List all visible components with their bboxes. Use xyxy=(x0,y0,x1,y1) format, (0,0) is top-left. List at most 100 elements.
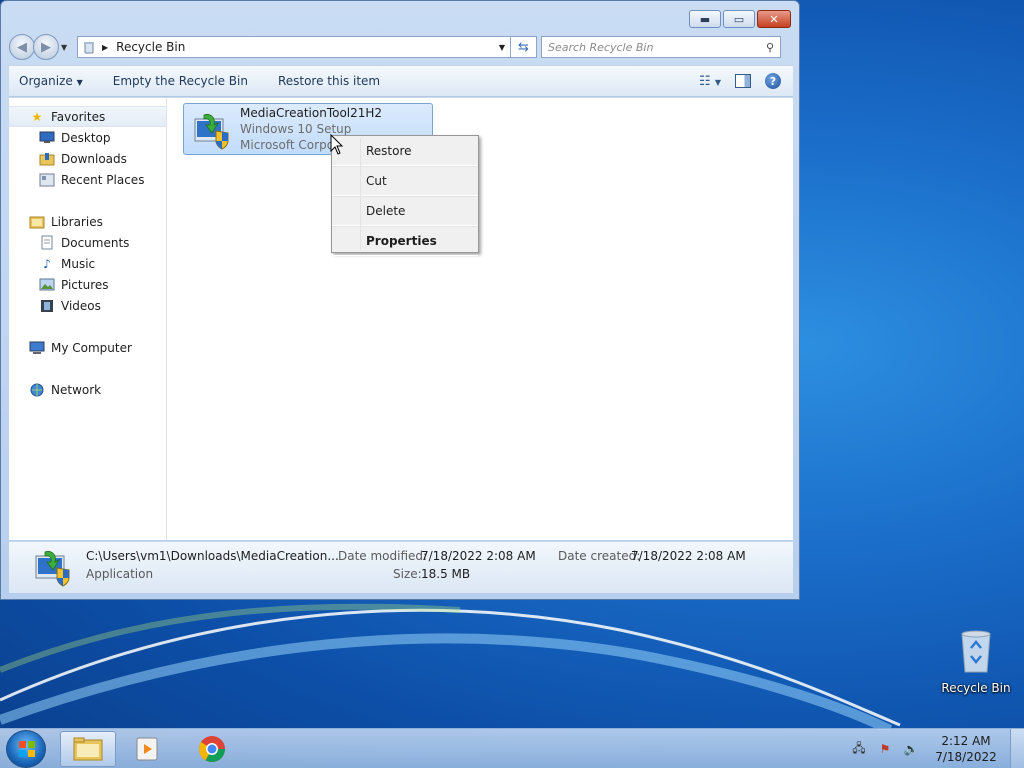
recycle-bin-icon xyxy=(961,630,991,673)
maximize-button[interactable]: ▭ xyxy=(723,10,755,28)
back-button[interactable]: ◀ xyxy=(9,34,35,60)
details-pane: C:\Users\vm1\Downloads\MediaCreation... … xyxy=(9,541,793,593)
breadcrumb-arrow-icon[interactable]: ▶ xyxy=(102,43,108,52)
sidebar-item-pictures[interactable]: Pictures xyxy=(9,274,166,295)
context-menu-cut[interactable]: Cut xyxy=(332,166,478,196)
address-bar[interactable]: ▶ Recycle Bin ▼ xyxy=(77,36,511,58)
recent-pages-dropdown[interactable]: ▼ xyxy=(61,43,73,52)
downloads-folder-icon xyxy=(39,152,55,166)
forward-arrow-icon: ▶ xyxy=(41,39,51,55)
navigation-bar: ◀ ▶ ▼ ▶ Recycle Bin ▼ ⇆ Search Recycle B… xyxy=(9,34,793,60)
sidebar-item-videos[interactable]: Videos xyxy=(9,295,166,316)
chevron-down-icon: ▼ xyxy=(76,78,83,87)
sidebar-item-documents[interactable]: Documents xyxy=(9,232,166,253)
change-view-icon[interactable]: ☷ ▼ xyxy=(699,74,721,89)
film-strip-icon xyxy=(39,299,55,313)
show-desktop-button[interactable] xyxy=(1010,729,1024,768)
recycle-bin-small-icon xyxy=(84,42,94,54)
setup-application-icon xyxy=(35,551,70,587)
date-modified-label: Date modified: xyxy=(338,549,428,563)
sidebar-item-my-computer[interactable]: My Computer xyxy=(9,337,166,358)
restore-item-button[interactable]: Restore this item xyxy=(278,74,380,88)
action-center-flag-icon[interactable]: ⚑ xyxy=(876,740,894,758)
clock[interactable]: 2:12 AM 7/18/2022 xyxy=(928,733,1004,765)
command-bar: Organize ▼ Empty the Recycle Bin Restore… xyxy=(9,65,793,97)
network-status-icon[interactable]: 🖧 xyxy=(850,740,868,758)
chrome-icon xyxy=(198,736,226,763)
organize-button[interactable]: Organize ▼ xyxy=(19,74,83,88)
sidebar-item-desktop[interactable]: Desktop xyxy=(9,127,166,148)
sidebar-item-music[interactable]: ♪ Music xyxy=(9,253,166,274)
context-menu-delete[interactable]: Delete xyxy=(332,196,478,226)
sidebar-label: Pictures xyxy=(61,277,109,292)
sidebar-item-libraries[interactable]: Libraries xyxy=(9,211,166,232)
sidebar-label: Desktop xyxy=(61,130,111,145)
clock-time: 2:12 AM xyxy=(941,734,991,748)
libraries-icon xyxy=(29,215,45,229)
start-button[interactable] xyxy=(6,730,46,768)
size-label: Size: xyxy=(393,567,422,581)
search-placeholder: Search Recycle Bin xyxy=(548,40,654,54)
search-icon[interactable]: ⚲ xyxy=(766,41,774,54)
mouse-cursor-icon xyxy=(330,134,344,155)
context-menu-properties[interactable]: Properties xyxy=(332,226,478,256)
address-dropdown-icon[interactable]: ▼ xyxy=(494,43,510,52)
empty-recycle-bin-button[interactable]: Empty the Recycle Bin xyxy=(113,74,248,88)
desktop-swoosh xyxy=(0,603,901,730)
breadcrumb-recycle-bin[interactable]: Recycle Bin xyxy=(116,40,185,54)
folder-icon xyxy=(73,737,103,761)
media-player-icon xyxy=(136,737,158,761)
file-list: MediaCreationTool21H2 Windows 10 Setup M… xyxy=(167,98,793,540)
close-button[interactable]: ✕ xyxy=(757,10,791,28)
details-type: Application xyxy=(86,567,154,581)
desktop-icon xyxy=(39,131,55,145)
help-icon[interactable]: ? xyxy=(765,73,781,89)
clock-date: 7/18/2022 xyxy=(935,750,997,764)
back-arrow-icon: ◀ xyxy=(17,39,27,55)
context-menu-restore[interactable]: Restore xyxy=(332,136,478,166)
volume-icon[interactable]: 🔈 xyxy=(902,740,920,758)
sidebar-label: Downloads xyxy=(61,151,127,166)
sidebar-label: Music xyxy=(61,256,96,271)
star-icon: ★ xyxy=(31,109,43,124)
recent-places-icon xyxy=(39,173,55,187)
documents-icon xyxy=(39,235,55,250)
pictures-icon xyxy=(39,278,55,292)
search-input[interactable]: Search Recycle Bin ⚲ xyxy=(541,36,781,58)
preview-pane-icon[interactable] xyxy=(735,74,751,88)
toolbar-right: ☷ ▼ ? xyxy=(699,73,793,89)
date-created-value: 7/18/2022 2:08 AM xyxy=(631,549,746,563)
music-note-icon: ♪ xyxy=(43,256,51,271)
taskbar-chrome-button[interactable] xyxy=(184,731,240,767)
system-tray: 🖧 ⚑ 🔈 2:12 AM 7/18/2022 xyxy=(850,729,1024,768)
window-controls: ▬ ▭ ✕ xyxy=(689,10,791,28)
context-menu: Restore Cut Delete Properties xyxy=(331,135,479,256)
sidebar-item-favorites[interactable]: ★ Favorites xyxy=(9,106,166,127)
forward-button[interactable]: ▶ xyxy=(33,34,59,60)
taskbar-explorer-button[interactable] xyxy=(60,731,116,767)
setup-application-icon xyxy=(194,114,229,150)
recycle-bin-label: Recycle Bin xyxy=(941,681,1011,695)
sidebar-label: Favorites xyxy=(51,109,106,124)
network-globe-icon xyxy=(29,383,45,397)
date-created-label: Date created: xyxy=(558,549,641,563)
sidebar-label: Network xyxy=(51,382,102,397)
windows-logo-icon xyxy=(19,741,35,757)
taskbar-media-player-button[interactable] xyxy=(120,731,176,767)
sidebar-item-downloads[interactable]: Downloads xyxy=(9,148,166,169)
refresh-button[interactable]: ⇆ xyxy=(511,36,537,58)
file-name: MediaCreationTool21H2 xyxy=(240,106,383,120)
sidebar-label: Recent Places xyxy=(61,172,145,187)
sidebar-item-network[interactable]: Network xyxy=(9,379,166,400)
taskbar: 🖧 ⚑ 🔈 2:12 AM 7/18/2022 xyxy=(0,728,1024,768)
navigation-pane: ★ Favorites Desktop Downloads Recent Pla… xyxy=(9,98,167,540)
sidebar-label: Libraries xyxy=(51,214,103,229)
sidebar-label: Videos xyxy=(61,298,101,313)
sidebar-item-recent-places[interactable]: Recent Places xyxy=(9,169,166,190)
size-value: 18.5 MB xyxy=(421,567,471,581)
explorer-window: ▬ ▭ ✕ ◀ ▶ ▼ ▶ Recycle Bin ▼ ⇆ Search Rec… xyxy=(0,0,800,600)
sidebar-label: My Computer xyxy=(51,340,132,355)
organize-label: Organize xyxy=(19,74,73,88)
desktop-recycle-bin[interactable]: Recycle Bin xyxy=(940,628,1012,700)
minimize-button[interactable]: ▬ xyxy=(689,10,721,28)
